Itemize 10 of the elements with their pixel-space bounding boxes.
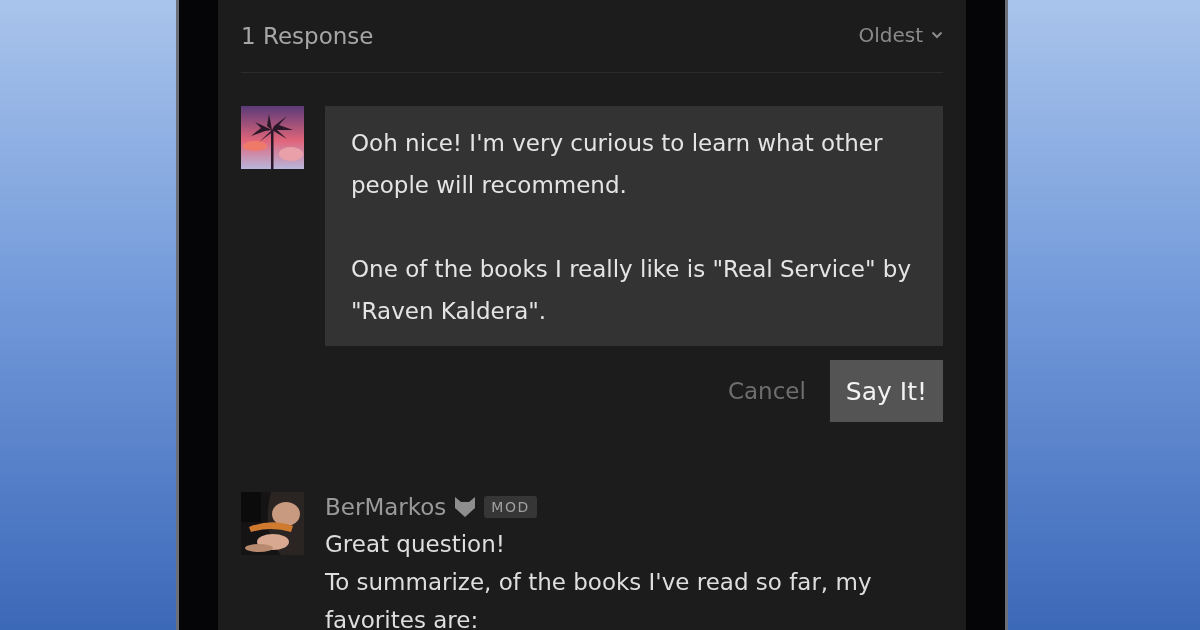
- author-name[interactable]: BerMarkos: [325, 494, 447, 520]
- sort-dropdown[interactable]: Oldest: [858, 23, 943, 47]
- moderator-badge: MOD: [484, 496, 537, 518]
- reply-field[interactable]: Ooh nice! I'm very curious to learn what other people will recommend. One of the books I really like is "Real Service" by "Raven Kaldera".: [325, 106, 943, 346]
- submit-button[interactable]: Say It!: [829, 360, 943, 422]
- cancel-button[interactable]: Cancel: [727, 378, 806, 404]
- response-count: 1 Response: [241, 23, 374, 49]
- chevron-down-icon: [931, 31, 943, 39]
- fox-head-icon: [454, 496, 477, 518]
- comment-text: Great question! To summarize, of the books I've read so far, my favorites are:: [325, 530, 873, 630]
